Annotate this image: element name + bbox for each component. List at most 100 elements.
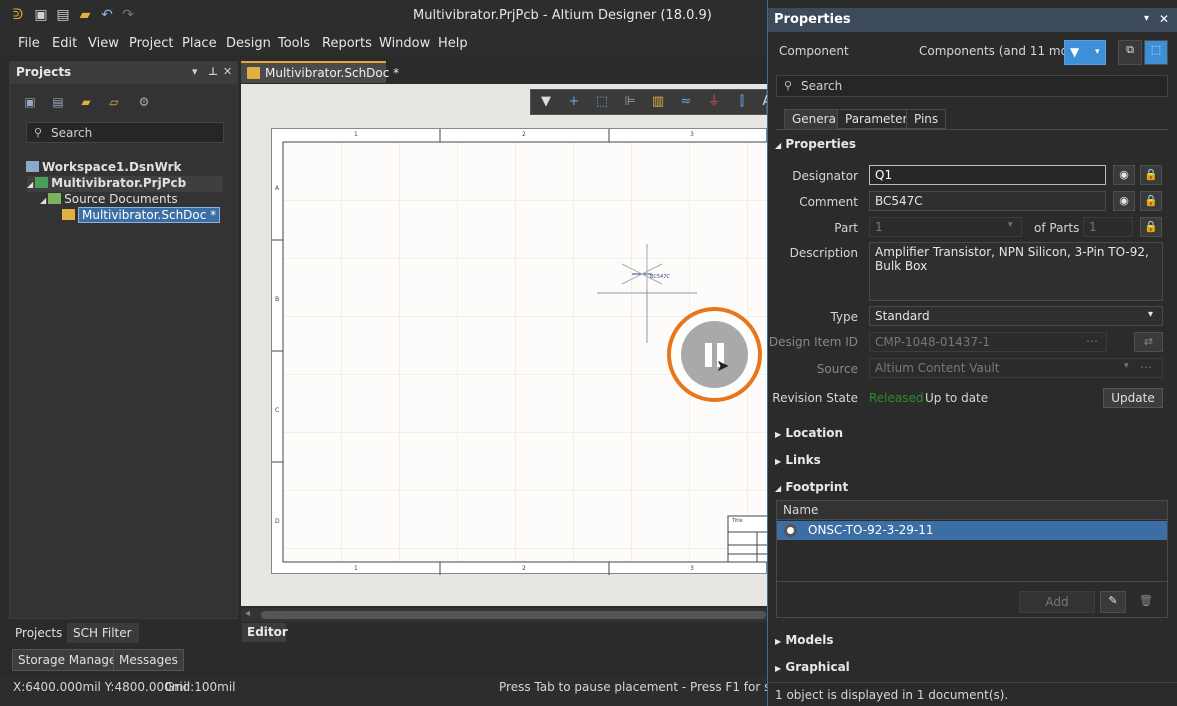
select-rect-icon[interactable]: ⬚ xyxy=(594,94,610,110)
scroll-left-icon[interactable]: ◂ xyxy=(245,608,250,619)
description-input[interactable]: Amplifier Transistor, NPN Silicon, 3-Pin… xyxy=(869,242,1163,301)
filter-summary: Components (and 11 more) xyxy=(919,44,1085,58)
search-icon: ⚲ xyxy=(34,126,43,139)
section-location[interactable]: ▶ Location xyxy=(775,426,843,440)
menu-file[interactable]: File xyxy=(18,36,40,51)
menu-help[interactable]: Help xyxy=(438,36,468,51)
part-select[interactable]: 1 ▾ xyxy=(869,217,1022,237)
record-pause-overlay[interactable] xyxy=(667,307,762,402)
section-links[interactable]: ▶ Links xyxy=(775,453,821,467)
update-button[interactable]: Update xyxy=(1103,388,1163,408)
radio-selected-icon[interactable] xyxy=(784,524,797,537)
component-icon[interactable]: ▥ xyxy=(650,94,666,110)
save-all-projects-icon[interactable]: ▤ xyxy=(50,94,66,110)
close-icon[interactable]: ✕ xyxy=(1159,12,1169,26)
close-icon[interactable]: ✕ xyxy=(223,65,232,78)
row-label: A xyxy=(275,185,280,192)
menu-design[interactable]: Design xyxy=(226,36,271,51)
section-models[interactable]: ▶ Models xyxy=(775,633,834,647)
lock-icon[interactable]: 🔒 xyxy=(1140,165,1162,185)
folder-icon xyxy=(48,193,62,204)
close-project-icon[interactable]: ▱ xyxy=(106,94,122,110)
footprint-row[interactable]: ONSC-TO-92-3-29-11 xyxy=(777,521,1167,540)
projects-search-input[interactable]: ⚲ Search xyxy=(26,122,224,143)
type-select[interactable]: Standard ▾ xyxy=(869,306,1163,326)
title-bar: ᕲ ▣ ▤ ▰ ↶ ↷ Multivibrator.PrjPcb - Altiu… xyxy=(0,0,767,32)
expand-arrow-icon[interactable]: ◢ xyxy=(40,196,46,205)
of-parts-value: 1 xyxy=(1083,217,1133,237)
lock-icon[interactable]: 🔒 xyxy=(1140,191,1162,211)
tab-sch-filter[interactable]: SCH Filter xyxy=(67,623,139,643)
edit-pencil-icon[interactable]: ✎ xyxy=(1100,591,1126,613)
document-tab[interactable]: Multivibrator.SchDoc * xyxy=(241,61,399,83)
section-links-label: Links xyxy=(785,453,821,467)
visibility-eye-icon[interactable]: ◉ xyxy=(1113,191,1135,211)
more-icon[interactable]: ⋯ xyxy=(1086,334,1098,348)
tab-divider xyxy=(776,129,1168,130)
search-icon: ⚲ xyxy=(784,79,793,92)
section-footprint[interactable]: ◢ Footprint xyxy=(775,480,848,494)
open-folder-icon[interactable]: ▰ xyxy=(77,7,93,23)
properties-search-input[interactable]: ⚲ Search xyxy=(776,75,1168,97)
storage-manager-button[interactable]: Storage Manager xyxy=(12,649,128,671)
net-label-icon[interactable]: ⫿ xyxy=(734,94,750,110)
pin-icon[interactable]: ⊥ xyxy=(208,65,218,78)
wire-icon[interactable]: ≈ xyxy=(678,94,694,110)
section-properties[interactable]: ◢ Properties xyxy=(775,137,856,151)
delete-trash-icon[interactable]: 🗑 xyxy=(1133,591,1159,613)
redo-icon[interactable]: ↷ xyxy=(120,7,136,23)
add-footprint-button[interactable]: Add xyxy=(1019,591,1095,613)
swap-icon[interactable]: ⇄ xyxy=(1134,332,1163,352)
undo-icon[interactable]: ↶ xyxy=(99,7,115,23)
lock-icon[interactable]: 🔒 xyxy=(1140,217,1162,237)
tree-item-project[interactable]: ◢ Multivibrator.PrjPcb xyxy=(27,176,223,192)
visibility-eye-icon[interactable]: ◉ xyxy=(1113,165,1135,185)
align-icon[interactable]: ⊫ xyxy=(622,94,638,110)
save-all-icon[interactable]: ▤ xyxy=(55,7,71,23)
designator-input[interactable]: Q1 xyxy=(869,165,1106,185)
scroll-thumb[interactable] xyxy=(261,611,766,619)
description-label: Description xyxy=(789,246,858,260)
panel-menu-icon[interactable]: ▾ xyxy=(192,65,198,78)
menu-view[interactable]: View xyxy=(88,36,119,51)
save-project-icon[interactable]: ▣ xyxy=(22,94,38,110)
row-label: D xyxy=(275,518,280,525)
messages-button[interactable]: Messages xyxy=(113,649,184,671)
source-select: Altium Content Vault ▾ ⋯ xyxy=(869,358,1163,378)
tree-item-source-documents[interactable]: ◢ Source Documents xyxy=(40,192,178,206)
save-icon[interactable]: ▣ xyxy=(33,7,49,23)
menu-project[interactable]: Project xyxy=(129,36,173,51)
section-graphical[interactable]: ▶ Graphical xyxy=(775,660,850,674)
menu-reports[interactable]: Reports xyxy=(322,36,372,51)
more-icon[interactable]: ⋯ xyxy=(1140,360,1152,374)
filter-icon[interactable]: ▼ xyxy=(538,94,554,110)
horizontal-scrollbar[interactable]: ◂ xyxy=(241,608,767,622)
tab-projects[interactable]: Projects xyxy=(9,623,65,643)
menu-window[interactable]: Window xyxy=(379,36,430,51)
move-icon[interactable]: + xyxy=(566,94,582,110)
pick-button[interactable]: ⬚ xyxy=(1144,40,1168,65)
menu-place[interactable]: Place xyxy=(182,36,217,51)
expand-arrow-icon[interactable]: ◢ xyxy=(27,180,33,189)
object-kind: Component xyxy=(779,44,849,58)
tree-item-workspace[interactable]: Workspace1.DsnWrk xyxy=(26,160,182,174)
projects-panel: Projects ▾ ⊥ ✕ ▣ ▤ ▰ ▱ ⚙ ⚲ Search Worksp… xyxy=(9,61,238,619)
settings-gear-icon[interactable]: ⚙ xyxy=(136,94,152,110)
tab-editor[interactable]: Editor xyxy=(242,623,288,642)
project-label: Multivibrator.PrjPcb xyxy=(51,176,187,190)
tab-pins[interactable]: Pins xyxy=(906,109,947,129)
filter-button[interactable]: ▼ ▾ xyxy=(1064,40,1106,65)
menu-edit[interactable]: Edit xyxy=(52,36,77,51)
footprint-table: Name ONSC-TO-92-3-29-11 Add ✎ 🗑 xyxy=(776,500,1168,618)
title-block-label: Title xyxy=(732,518,743,524)
open-project-icon[interactable]: ▰ xyxy=(78,94,94,110)
menu-tools[interactable]: Tools xyxy=(278,36,310,51)
row-label: C xyxy=(275,407,280,414)
select-mode-button[interactable]: ⧉ xyxy=(1118,40,1142,65)
status-hint: Press Tab to pause placement - Press F1 … xyxy=(499,680,767,694)
panel-menu-icon[interactable]: ▾ xyxy=(1144,13,1149,24)
power-port-icon[interactable]: ⏚ xyxy=(706,94,722,110)
tree-item-schematic[interactable]: Multivibrator.SchDoc * xyxy=(62,207,221,223)
type-label: Type xyxy=(830,310,858,324)
comment-input[interactable]: BC547C xyxy=(869,191,1106,211)
